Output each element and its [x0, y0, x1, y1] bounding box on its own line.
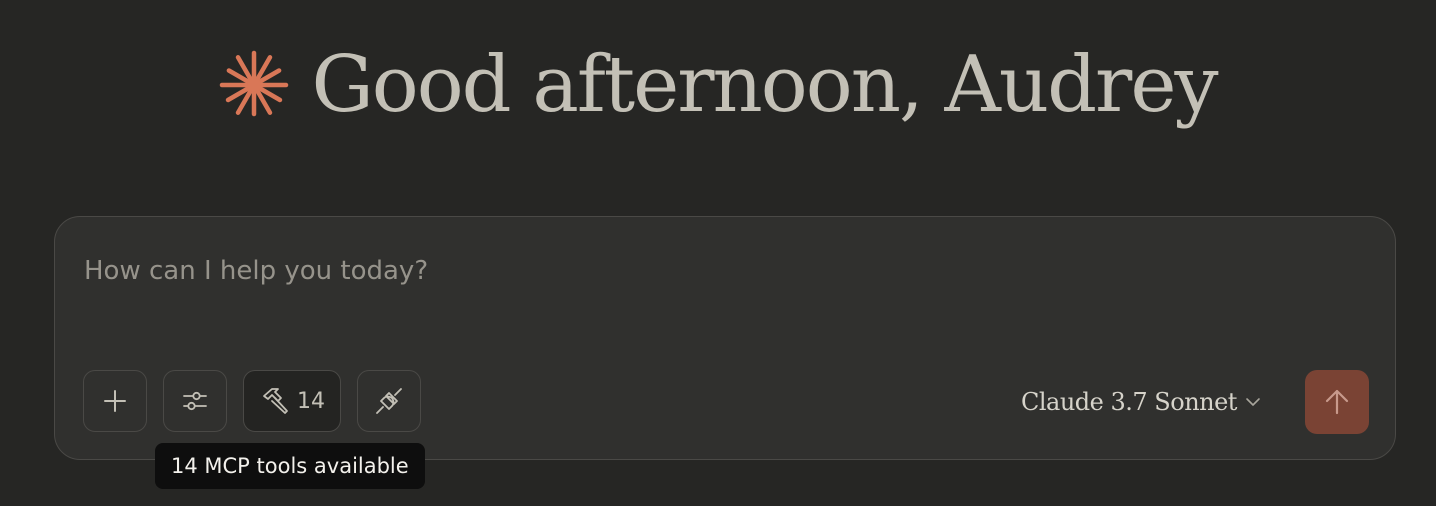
arrow-up-icon — [1325, 389, 1349, 415]
model-name: Claude 3.7 Sonnet — [1021, 388, 1237, 416]
sliders-icon — [183, 391, 207, 411]
chevron-down-icon — [1246, 398, 1260, 406]
greeting-header: Good afternoon, Audrey — [0, 30, 1436, 140]
options-button[interactable] — [163, 370, 227, 432]
mcp-tools-button[interactable]: 14 — [243, 370, 341, 432]
model-selector[interactable]: Claude 3.7 Sonnet — [1021, 382, 1263, 422]
send-button[interactable] — [1305, 370, 1369, 434]
tools-tooltip: 14 MCP tools available — [155, 443, 425, 489]
add-content-button[interactable] — [83, 370, 147, 432]
plus-icon — [104, 390, 126, 412]
claude-spark-icon — [220, 50, 289, 117]
tools-count: 14 — [297, 388, 325, 414]
hammer-icon — [263, 388, 288, 414]
tooltip-text: 14 MCP tools available — [171, 454, 409, 478]
chat-composer: 14 Claude 3.7 Sonnet — [54, 216, 1396, 460]
app-page: Good afternoon, Audrey How can I help yo… — [0, 0, 1436, 506]
plug-icon — [376, 388, 402, 414]
prompt-input[interactable] — [84, 253, 984, 289]
greeting-text: Good afternoon, Audrey — [311, 40, 1218, 130]
connect-apps-button[interactable] — [357, 370, 421, 432]
